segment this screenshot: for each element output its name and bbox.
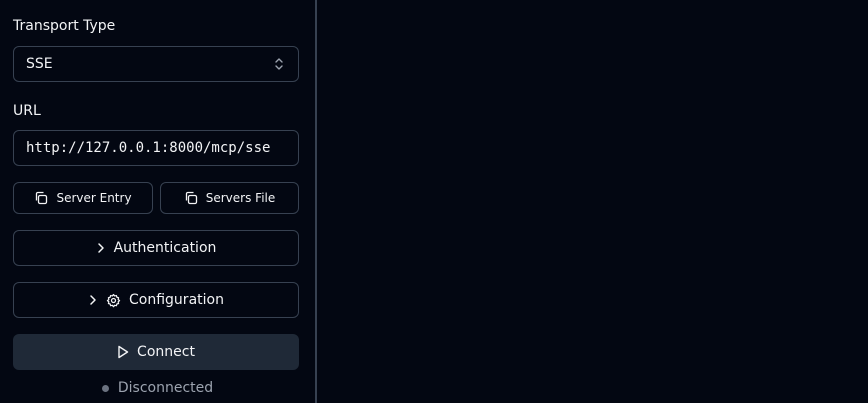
connect-button[interactable]: Connect: [13, 334, 299, 370]
copy-icon: [184, 191, 198, 205]
servers-file-label: Servers File: [205, 191, 276, 205]
server-entry-label: Server Entry: [56, 191, 132, 205]
url-label: URL: [13, 103, 41, 119]
chevrons-up-down-icon: [274, 56, 284, 72]
servers-file-button[interactable]: Servers File: [160, 182, 299, 214]
play-icon: [117, 345, 129, 359]
status-dot-icon: [101, 384, 109, 392]
authentication-label: Authentication: [113, 240, 217, 256]
transport-type-label: Transport Type: [13, 18, 116, 34]
app-window: Transport Type SSE URL http://127.0.0.1:…: [0, 0, 868, 403]
configuration-label: Configuration: [129, 292, 224, 308]
transport-type-value: SSE: [26, 56, 53, 72]
copy-icon: [34, 191, 48, 205]
server-entry-button[interactable]: Server Entry: [13, 182, 153, 214]
transport-type-select[interactable]: SSE: [13, 46, 299, 82]
main-panel: [317, 0, 868, 403]
configuration-toggle[interactable]: Configuration: [13, 282, 299, 318]
chevron-right-icon: [96, 242, 106, 254]
connection-status: Disconnected: [0, 378, 315, 398]
authentication-toggle[interactable]: Authentication: [13, 230, 299, 266]
gear-icon: [106, 293, 121, 308]
connect-label: Connect: [137, 344, 195, 360]
status-text: Disconnected: [117, 380, 214, 396]
url-input[interactable]: http://127.0.0.1:8000/mcp/sse: [13, 130, 299, 166]
url-input-value: http://127.0.0.1:8000/mcp/sse: [26, 140, 271, 156]
sidebar: Transport Type SSE URL http://127.0.0.1:…: [0, 0, 315, 403]
chevron-right-icon: [88, 294, 98, 306]
